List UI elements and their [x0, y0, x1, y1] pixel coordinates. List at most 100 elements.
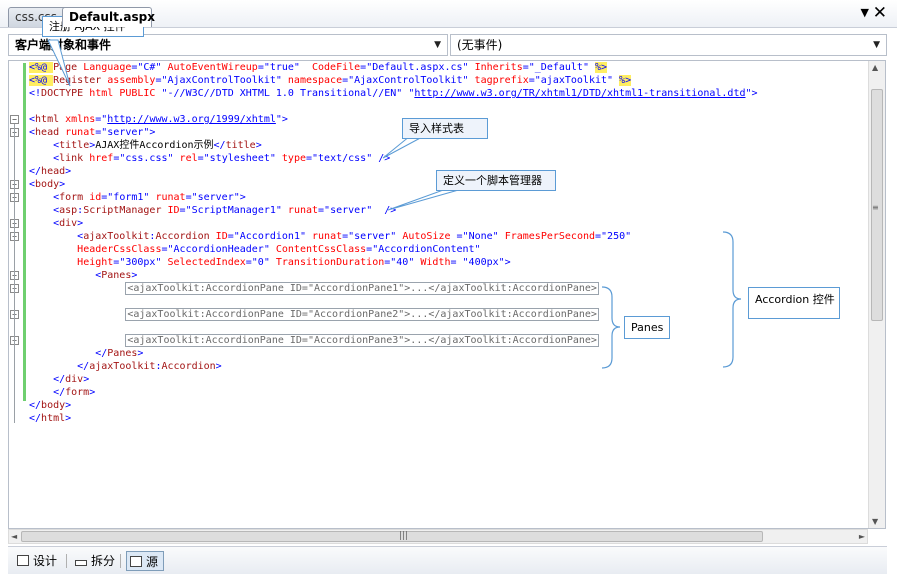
code-token: assembly: [107, 75, 156, 86]
collapsed-region[interactable]: <ajaxToolkit:AccordionPane ID="Accordion…: [125, 282, 599, 295]
design-view-icon: [17, 555, 29, 566]
horizontal-scrollbar[interactable]: ◄ ||| ►: [8, 529, 868, 544]
code-token: >: [65, 166, 72, 177]
client-objects-dropdown[interactable]: 客户端对象和事件 ▼: [8, 34, 448, 56]
code-token: TransitionDuration: [275, 257, 385, 268]
code-line[interactable]: <ajaxToolkit:Accordion ID="Accordion1" r…: [29, 230, 631, 243]
code-token: Panes: [101, 270, 132, 281]
code-token: ="ScriptManager1": [179, 205, 288, 216]
vertical-scrollbar[interactable]: ▲ ≡ ▼: [868, 61, 885, 528]
client-objects-value: 客户端对象和事件: [15, 38, 112, 52]
code-token: >: [65, 400, 72, 411]
code-token: ="stylesheet": [197, 153, 282, 164]
code-token: />: [378, 153, 391, 164]
code-token: ID: [167, 205, 180, 216]
code-token: ="AjaxControlToolkit": [342, 75, 475, 86]
code-token[interactable]: http://www.w3.org/TR/xhtml1/DTD/xhtml1-t…: [414, 88, 745, 99]
code-token: Panes: [107, 348, 138, 359]
code-token: <: [29, 270, 102, 281]
code-token: >: [65, 413, 72, 424]
scroll-up-icon[interactable]: ▲: [872, 63, 878, 72]
code-line[interactable]: <head runat="server">: [29, 126, 155, 139]
code-line[interactable]: <%@ Register assembly="AjaxControlToolki…: [29, 74, 632, 87]
view-switcher-bar: 设计 拆分 源: [8, 546, 887, 574]
code-line[interactable]: <!DOCTYPE html PUBLIC "-//W3C//DTD XHTML…: [29, 87, 758, 100]
code-token: head: [35, 127, 66, 138]
code-line[interactable]: <title>AJAX控件Accordion示例</title>: [29, 139, 262, 152]
code-token: ="true": [257, 62, 312, 73]
design-view-button[interactable]: 设计: [14, 551, 62, 571]
split-view-icon: [75, 560, 87, 566]
code-line[interactable]: <html xmlns="http://www.w3.org/1999/xhtm…: [29, 113, 288, 126]
code-token: ajaxToolkit: [83, 231, 150, 242]
collapsed-region[interactable]: <ajaxToolkit:AccordionPane ID="Accordion…: [125, 308, 599, 321]
grip-icon: ≡: [872, 203, 879, 212]
code-line[interactable]: <Panes>: [29, 269, 137, 282]
split-view-label: 拆分: [91, 554, 116, 568]
code-token: ="AccordionHeader": [161, 244, 276, 255]
code-line[interactable]: <ajaxToolkit:AccordionPane ID="Accordion…: [29, 308, 599, 321]
code-token: <: [29, 192, 60, 203]
code-token: runat: [287, 205, 319, 216]
code-token: Inherits: [474, 62, 523, 73]
code-token: ="Accordion1": [227, 231, 313, 242]
scroll-left-icon[interactable]: ◄: [11, 530, 17, 543]
separator: [66, 554, 67, 568]
code-token: div: [59, 218, 78, 229]
code-token: runat: [65, 127, 96, 138]
code-line[interactable]: </html>: [29, 412, 71, 425]
scroll-right-icon[interactable]: ►: [859, 530, 865, 543]
code-token: body: [35, 179, 60, 190]
code-line[interactable]: </head>: [29, 165, 71, 178]
tab-default-aspx[interactable]: Default.aspx: [62, 7, 155, 27]
code-line[interactable]: </div>: [29, 373, 89, 386]
chevron-down-icon: ▼: [873, 40, 880, 50]
code-line[interactable]: </body>: [29, 399, 71, 412]
code-token: ="server">: [95, 127, 156, 138]
code-line[interactable]: <ajaxToolkit:AccordionPane ID="Accordion…: [29, 334, 599, 347]
code-token: ="250": [595, 231, 632, 242]
code-token: %>: [594, 62, 608, 73]
horizontal-scroll-thumb[interactable]: |||: [21, 531, 763, 542]
code-line[interactable]: <ajaxToolkit:AccordionPane ID="Accordion…: [29, 282, 599, 295]
code-line[interactable]: HeaderCssClass="AccordionHeader" Content…: [29, 243, 480, 256]
collapse-icon[interactable]: −: [10, 115, 19, 124]
split-view-button[interactable]: 拆分: [72, 551, 120, 571]
code-line[interactable]: <%@ Page Language="C#" AutoEventWireup="…: [29, 61, 608, 74]
code-line[interactable]: <body>: [29, 178, 65, 191]
code-token: </: [29, 166, 42, 177]
accordion-callout: Accordion 控件: [748, 287, 840, 319]
triangle-down-icon[interactable]: ▼: [861, 6, 869, 19]
code-token: div: [65, 374, 84, 385]
code-line[interactable]: <div>: [29, 217, 83, 230]
code-line[interactable]: <form id="form1" runat="server">: [29, 191, 246, 204]
events-dropdown[interactable]: (无事件) ▼: [450, 34, 887, 56]
code-line[interactable]: Height="300px" SelectedIndex="0" Transit…: [29, 256, 511, 269]
code-token: ="server": [342, 231, 403, 242]
code-token: ="server">: [185, 192, 246, 203]
scroll-down-icon[interactable]: ▼: [872, 517, 878, 526]
code-line[interactable]: <link href="css.css" rel="stylesheet" ty…: [29, 152, 390, 165]
code-token: href: [89, 153, 114, 164]
source-view-button[interactable]: 源: [126, 551, 165, 571]
code-token: >: [137, 348, 144, 359]
code-line[interactable]: <asp:ScriptManager ID="ScriptManager1" r…: [29, 204, 396, 217]
close-icon[interactable]: ✕: [873, 3, 887, 23]
code-token: =": [95, 114, 108, 125]
collapsed-region[interactable]: <ajaxToolkit:AccordionPane ID="Accordion…: [125, 334, 599, 347]
code-token: ="ajaxToolkit": [528, 75, 620, 86]
outline-gutter: −−−−−−−+++: [9, 61, 22, 528]
code-line[interactable]: </Panes>: [29, 347, 143, 360]
code-token[interactable]: http://www.w3.org/1999/xhtml: [107, 114, 276, 125]
code-line[interactable]: </ajaxToolkit:Accordion>: [29, 360, 222, 373]
code-token: ="AjaxControlToolkit": [155, 75, 288, 86]
code-token: Width: [420, 257, 451, 268]
code-token: form: [65, 387, 90, 398]
code-token: %>: [619, 75, 632, 86]
separator: [120, 554, 121, 568]
code-line[interactable]: </form>: [29, 386, 95, 399]
